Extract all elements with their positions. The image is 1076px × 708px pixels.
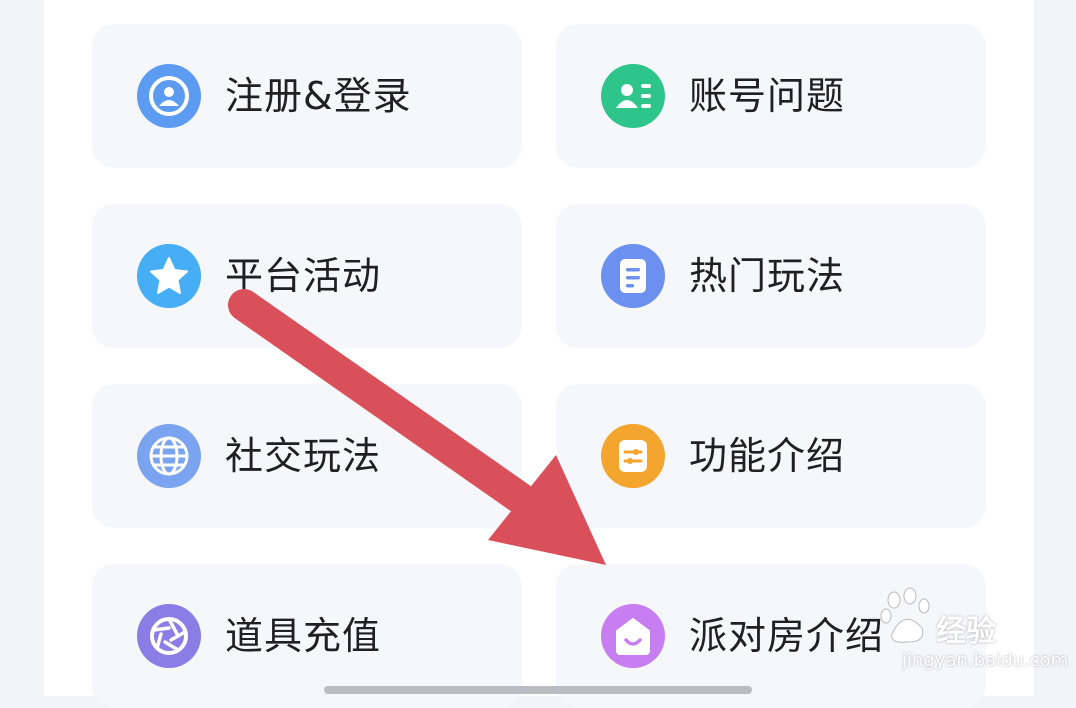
menu-item-social-gameplay[interactable]: 社交玩法 bbox=[92, 384, 522, 528]
user-icon bbox=[137, 64, 201, 128]
home-indicator[interactable] bbox=[324, 686, 752, 694]
menu-item-label: 功能介绍 bbox=[689, 434, 846, 478]
sliders-icon bbox=[601, 424, 665, 488]
menu-item-label: 社交玩法 bbox=[225, 434, 382, 478]
aperture-icon bbox=[137, 604, 201, 668]
globe-icon bbox=[137, 424, 201, 488]
menu-item-label: 派对房介绍 bbox=[689, 614, 885, 658]
menu-item-platform-events[interactable]: 平台活动 bbox=[92, 204, 522, 348]
id-card-icon bbox=[601, 64, 665, 128]
menu-item-register-login[interactable]: 注册&登录 bbox=[92, 24, 522, 168]
menu-item-feature-intro[interactable]: 功能介绍 bbox=[556, 384, 986, 528]
house-icon bbox=[601, 604, 665, 668]
menu-item-label: 热门玩法 bbox=[689, 254, 846, 298]
menu-item-label: 账号问题 bbox=[689, 74, 846, 118]
menu-item-label: 注册&登录 bbox=[225, 74, 412, 118]
menu-item-account-issues[interactable]: 账号问题 bbox=[556, 24, 986, 168]
menu-item-label: 道具充值 bbox=[225, 614, 382, 658]
menu-item-hot-gameplay[interactable]: 热门玩法 bbox=[556, 204, 986, 348]
star-icon bbox=[137, 244, 201, 308]
document-icon bbox=[601, 244, 665, 308]
menu-item-label: 平台活动 bbox=[225, 254, 382, 298]
